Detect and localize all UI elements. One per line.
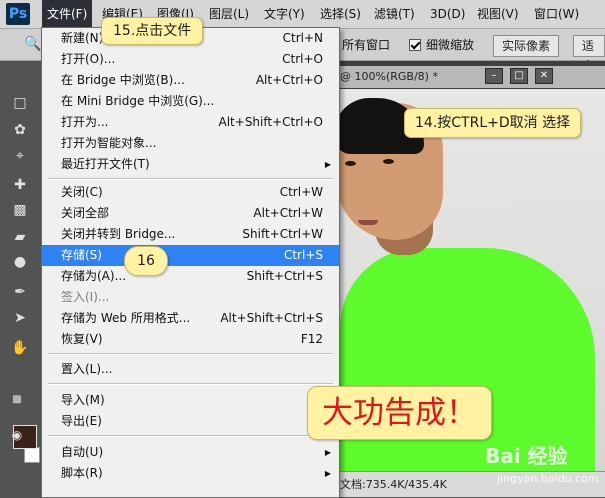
menu-3d[interactable]: 3D(D) <box>430 0 465 28</box>
annotation-done: 大功告成！ <box>307 386 492 440</box>
all-windows-label: 所有窗口 <box>342 38 391 52</box>
submenu-arrow-icon: ▶ <box>324 469 331 478</box>
quick-mask-icon[interactable]: ◉ <box>6 426 28 444</box>
eraser-tool-icon[interactable]: ▰ <box>9 228 31 246</box>
menu-item-automate[interactable]: 自动(U) ▶ <box>42 442 339 463</box>
menu-layer[interactable]: 图层(L) <box>209 0 249 28</box>
path-selection-icon[interactable]: ➤ <box>9 309 31 327</box>
menu-separator <box>48 435 333 437</box>
submenu-arrow-icon: ▶ <box>324 160 331 169</box>
menu-separator <box>48 353 333 355</box>
menu-item-browse-bridge[interactable]: 在 Bridge 中浏览(B)... Alt+Ctrl+O <box>42 70 339 91</box>
menu-item-revert[interactable]: 恢复(V) F12 <box>42 329 339 350</box>
menu-filter[interactable]: 滤镜(T) <box>374 0 415 28</box>
baidu-watermark-url: jingyan.baidu.com <box>497 472 599 485</box>
menu-item-save-for-web[interactable]: 存储为 Web 所用格式... Alt+Shift+Ctrl+S <box>42 308 339 329</box>
stamp-tool-icon[interactable]: ▩ <box>9 201 31 219</box>
maximize-icon[interactable]: □ <box>510 68 528 84</box>
fit-screen-button[interactable]: 适合 <box>573 35 605 73</box>
scrubby-zoom-label: 细微缩放 <box>426 38 475 52</box>
menu-item-open-as[interactable]: 打开为... Alt+Shift+Ctrl+O <box>42 112 339 133</box>
actual-pixels-button[interactable]: 实际像素 <box>493 35 560 57</box>
menu-item-save[interactable]: 存储(S) Ctrl+S <box>42 245 339 266</box>
menu-type[interactable]: 文字(Y) <box>264 0 305 28</box>
blur-tool-icon[interactable]: ● <box>9 253 31 271</box>
photo-left-eye <box>345 161 356 166</box>
menu-select[interactable]: 选择(S) <box>320 0 361 28</box>
menu-window[interactable]: 窗口(W) <box>534 0 579 28</box>
menu-item-recent-files[interactable]: 最近打开文件(T) ▶ <box>42 154 339 175</box>
photo-right-eye <box>383 159 394 164</box>
photo-mouth <box>358 220 378 225</box>
menu-separator <box>48 178 333 180</box>
close-icon[interactable]: ✕ <box>535 68 553 84</box>
healing-brush-icon[interactable]: ✚ <box>9 176 31 194</box>
menu-item-import[interactable]: 导入(M)▶ <box>42 390 339 411</box>
hand-tool-icon[interactable]: ✋ <box>9 339 31 357</box>
marquee-tool-icon[interactable]: □ <box>9 94 31 112</box>
annotation-step-15: 15.点击文件 <box>101 17 204 45</box>
menu-item-close-all[interactable]: 关闭全部 Alt+Ctrl+W <box>42 203 339 224</box>
menu-bar: Ps 文件(F) 编辑(E) 图像(I) 图层(L) 文字(Y) 选择(S) 滤… <box>0 0 605 29</box>
scrubby-zoom-checkbox[interactable] <box>409 39 421 51</box>
file-menu-dropdown: 新建(N)... Ctrl+N 打开(O)... Ctrl+O 在 Bridge 中… <box>41 27 340 498</box>
background-color-swatch[interactable] <box>24 447 40 463</box>
crop-tool-icon[interactable]: ⌖ <box>9 147 31 165</box>
pen-tool-icon[interactable]: ✒ <box>9 283 31 301</box>
menu-item-close[interactable]: 关闭(C) Ctrl+W <box>42 182 339 203</box>
menu-item-save-as[interactable]: 存储为(A)... Shift+Ctrl+S <box>42 266 339 287</box>
menu-item-place[interactable]: 置入(L)... <box>42 359 339 380</box>
toolbox: □ ✿ ⌖ ✚ ▩ ▰ ● ✒ ➤ ✋ ▩ ◉ <box>0 61 40 496</box>
document-size-status: 文档:735.4K/435.4K <box>340 478 447 491</box>
minimize-icon[interactable]: – <box>485 68 503 84</box>
annotation-step-14: 14.按CTRL+D取消 选择 <box>404 108 582 138</box>
menu-view[interactable]: 视图(V) <box>477 0 519 28</box>
document-tab-title: @ 100%(RGB/8) * <box>340 70 438 83</box>
baidu-watermark: Bai 经验 <box>485 444 568 468</box>
default-colors-icon[interactable]: ▩ <box>6 391 28 409</box>
menu-file[interactable]: 文件(F) <box>42 0 93 28</box>
submenu-arrow-icon: ▶ <box>324 448 331 457</box>
annotation-step-16: 16 <box>124 246 168 276</box>
menu-separator <box>48 383 333 385</box>
menu-item-export[interactable]: 导出(E)▶ <box>42 411 339 432</box>
lasso-tool-icon[interactable]: ✿ <box>9 121 31 139</box>
menu-item-check-in: 签入(I)... <box>61 290 110 304</box>
menu-item-open[interactable]: 打开(O)... Ctrl+O <box>42 49 339 70</box>
menu-item-open-as-smart-object[interactable]: 打开为智能对象... <box>42 133 339 154</box>
photoshop-logo: Ps <box>6 3 30 25</box>
menu-item-scripts[interactable]: 脚本(R) ▶ <box>42 463 339 484</box>
menu-item-browse-mini-bridge[interactable]: 在 Mini Bridge 中浏览(G)... <box>42 91 339 112</box>
menu-item-close-go-bridge[interactable]: 关闭并转到 Bridge... Shift+Ctrl+W <box>42 224 339 245</box>
